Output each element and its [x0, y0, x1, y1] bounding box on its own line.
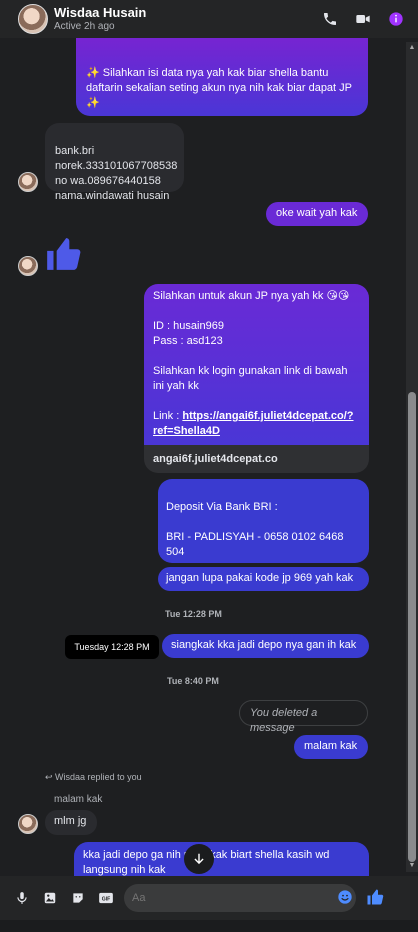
- scrollbar-thumb[interactable]: [408, 392, 416, 862]
- link-label: Link :: [153, 410, 183, 422]
- info-icon[interactable]: [385, 8, 407, 30]
- reply-indicator: ↩︎ Wisdaa replied to you: [45, 772, 142, 783]
- scroll-up-icon[interactable]: ▲: [408, 44, 416, 52]
- timestamp: Tue 8:40 PM: [167, 676, 219, 686]
- contact-avatar[interactable]: [18, 4, 48, 34]
- message-outgoing[interactable]: Deposit Via Bank BRI : BRI - PADLISYAH -…: [158, 479, 369, 588]
- thumbs-up-icon: [47, 238, 81, 270]
- message-outgoing[interactable]: siangkak kka jadi depo nya gan ih kak: [162, 634, 369, 658]
- scroll-down-icon[interactable]: ▼: [408, 862, 416, 870]
- reply-arrow-icon: ↩︎: [45, 772, 56, 782]
- video-icon[interactable]: [352, 8, 374, 30]
- chat-header: Wisdaa Husain Active 2h ago: [0, 0, 418, 38]
- arrow-down-icon: [194, 853, 204, 865]
- svg-text:GIF: GIF: [102, 896, 111, 902]
- message-outgoing[interactable]: oke wait yah kak: [266, 202, 368, 226]
- account-link[interactable]: https://angai6f.juliet4dcepat.co/?ref=Sh…: [153, 410, 354, 437]
- message-outgoing[interactable]: jangan lupa pakai kode jp 969 yah kak: [158, 567, 369, 591]
- reply-note: Wisdaa replied to you: [55, 772, 142, 782]
- message-thread[interactable]: ✨ Silahkan isi data nya yah kak biar she…: [0, 38, 418, 876]
- like-sticker[interactable]: [44, 235, 84, 275]
- reply-quote: malam kak: [54, 794, 103, 805]
- contact-avatar-small: [18, 172, 38, 192]
- message-incoming[interactable]: mlm jg: [45, 810, 97, 835]
- message-text: You deleted a message: [250, 707, 318, 734]
- message-outgoing[interactable]: malam kak: [294, 735, 368, 759]
- like-icon[interactable]: [364, 885, 386, 909]
- message-text: Silahkan untuk akun JP nya yah kk 😘😘: [153, 290, 350, 302]
- phone-icon[interactable]: [319, 8, 341, 30]
- contact-name[interactable]: Wisdaa Husain: [54, 5, 146, 20]
- message-outgoing[interactable]: ✨ Silahkan isi data nya yah kak biar she…: [76, 38, 368, 116]
- scrollbar[interactable]: ▲ ▼: [406, 42, 418, 872]
- message-text: oke wait yah kak: [276, 207, 358, 219]
- image-icon[interactable]: [37, 885, 63, 911]
- message-input[interactable]: [124, 884, 356, 912]
- window-bottom-edge: [0, 920, 418, 932]
- message-text: jangan lupa pakai kode jp 969 yah kak: [166, 572, 354, 584]
- contact-avatar-small: [18, 814, 38, 834]
- emoji-icon[interactable]: [334, 886, 356, 908]
- deleted-message[interactable]: You deleted a message: [239, 700, 368, 734]
- sticker-icon[interactable]: [65, 885, 91, 911]
- timestamp-tooltip: Tuesday 12:28 PM: [65, 635, 159, 659]
- timestamp: Tue 12:28 PM: [165, 609, 222, 619]
- message-text: ID : husain969: [153, 320, 224, 332]
- contact-status: Active 2h ago: [54, 20, 115, 32]
- message-outgoing[interactable]: Silahkan untuk akun JP nya yah kk 😘😘 ID …: [144, 284, 369, 445]
- message-text: siangkak kka jadi depo nya gan ih kak: [171, 639, 357, 651]
- message-text: bank.bri norek.333101067708538 no wa.089…: [55, 145, 178, 202]
- microphone-icon[interactable]: [9, 885, 35, 911]
- message-text: mlm jg: [54, 815, 87, 827]
- message-text: Pass : asd123: [153, 335, 223, 347]
- link-preview[interactable]: angai6f.juliet4dcepat.co: [144, 445, 369, 473]
- message-text: Silahkan kk login gunakan link di bawah …: [153, 365, 348, 392]
- scroll-to-bottom-button[interactable]: [184, 844, 214, 874]
- message-outgoing[interactable]: kka jadi depo ga nih m ini kak biart she…: [74, 842, 369, 876]
- message-text: malam kak: [304, 740, 358, 752]
- contact-avatar-small: [18, 256, 38, 276]
- message-incoming[interactable]: bank.bri norek.333101067708538 no wa.089…: [45, 123, 184, 202]
- gif-icon[interactable]: GIF: [93, 885, 119, 911]
- link-preview-domain: angai6f.juliet4dcepat.co: [153, 453, 278, 465]
- message-text: ✨ Silahkan isi data nya yah kak biar she…: [86, 67, 352, 109]
